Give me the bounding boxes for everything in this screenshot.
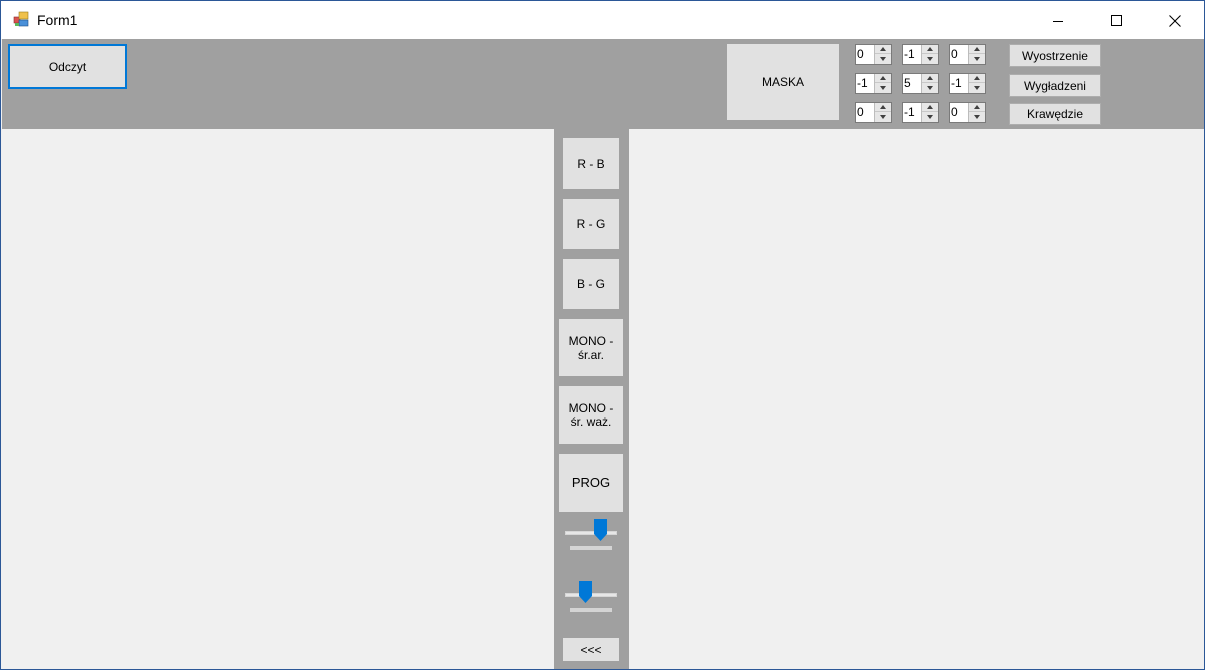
rb-button[interactable]: R - B xyxy=(563,138,619,189)
operations-panel: R - B R - G B - G MONO - śr.ar. MONO - ś… xyxy=(554,129,629,669)
source-image-area xyxy=(2,129,554,669)
back-button[interactable]: <<< xyxy=(563,638,619,661)
threshold-slider[interactable] xyxy=(563,519,619,557)
read-button[interactable]: Odczyt xyxy=(8,44,127,89)
mask-cell-2-1[interactable]: -1 xyxy=(902,102,939,123)
sharpen-button[interactable]: Wyostrzenie xyxy=(1009,44,1101,67)
maximize-icon xyxy=(1110,15,1122,26)
mask-cell-0-0[interactable]: 0 xyxy=(855,44,892,65)
mask-cell-value: 0 xyxy=(857,105,864,119)
mask-cell-0-1[interactable]: -1 xyxy=(902,44,939,65)
mask-cell-0-2[interactable]: 0 xyxy=(949,44,986,65)
spin-down-icon[interactable] xyxy=(969,83,985,92)
mask-cell-value: -1 xyxy=(857,76,868,90)
spin-down-icon[interactable] xyxy=(875,54,891,63)
smooth-button[interactable]: Wygładzeni xyxy=(1009,74,1101,97)
spin-down-icon[interactable] xyxy=(922,112,938,121)
edges-button[interactable]: Krawędzie xyxy=(1009,103,1101,125)
mask-cell-2-0[interactable]: 0 xyxy=(855,102,892,123)
slider-thumb[interactable] xyxy=(594,519,607,541)
mask-cell-value: 5 xyxy=(904,76,911,90)
minimize-button[interactable] xyxy=(1029,1,1087,40)
spin-up-icon[interactable] xyxy=(969,45,985,54)
mono-average-button[interactable]: MONO - śr.ar. xyxy=(559,319,623,376)
spin-up-icon[interactable] xyxy=(875,45,891,54)
mask-cell-value: -1 xyxy=(951,76,962,90)
app-icon xyxy=(13,11,29,27)
mask-cell-value: -1 xyxy=(904,105,915,119)
mask-button[interactable]: MASKA xyxy=(727,44,839,120)
mask-cell-value: 0 xyxy=(951,105,958,119)
app-window: Form1 Odczyt MASKA 0 -1 0 -1 5 -1 0 -1 0… xyxy=(0,0,1205,670)
slider-ticks xyxy=(570,608,612,612)
spin-up-icon[interactable] xyxy=(922,45,938,54)
mask-cell-1-2[interactable]: -1 xyxy=(949,73,986,94)
spin-up-icon[interactable] xyxy=(875,103,891,112)
mask-cell-value: 0 xyxy=(951,47,958,61)
mono-weighted-button[interactable]: MONO - śr. waż. xyxy=(559,386,623,444)
spin-down-icon[interactable] xyxy=(969,54,985,63)
top-toolbar-panel: Odczyt MASKA 0 -1 0 -1 5 -1 0 -1 0 Wyost… xyxy=(2,39,1204,129)
spin-down-icon[interactable] xyxy=(969,112,985,121)
mask-cell-value: 0 xyxy=(857,47,864,61)
spin-down-icon[interactable] xyxy=(875,112,891,121)
spin-down-icon[interactable] xyxy=(875,83,891,92)
bg-button[interactable]: B - G xyxy=(563,259,619,309)
result-image-area xyxy=(629,129,1204,669)
spin-down-icon[interactable] xyxy=(922,83,938,92)
minimize-icon xyxy=(1053,20,1063,22)
spin-up-icon[interactable] xyxy=(922,74,938,83)
threshold-button[interactable]: PROG xyxy=(559,454,623,512)
spin-up-icon[interactable] xyxy=(969,103,985,112)
mask-cell-2-2[interactable]: 0 xyxy=(949,102,986,123)
slider-track xyxy=(565,531,617,535)
slider-thumb[interactable] xyxy=(579,581,592,603)
close-button[interactable] xyxy=(1146,1,1204,40)
mask-cell-value: -1 xyxy=(904,47,915,61)
secondary-slider[interactable] xyxy=(563,581,619,619)
spin-up-icon[interactable] xyxy=(875,74,891,83)
mask-cell-1-0[interactable]: -1 xyxy=(855,73,892,94)
mask-cell-1-1[interactable]: 5 xyxy=(902,73,939,94)
rg-button[interactable]: R - G xyxy=(563,199,619,249)
spin-down-icon[interactable] xyxy=(922,54,938,63)
maximize-button[interactable] xyxy=(1087,1,1145,40)
slider-ticks xyxy=(570,546,612,550)
spin-up-icon[interactable] xyxy=(922,103,938,112)
close-icon xyxy=(1169,14,1181,27)
title-bar[interactable]: Form1 xyxy=(1,0,1204,40)
window-title: Form1 xyxy=(37,12,78,28)
spin-up-icon[interactable] xyxy=(969,74,985,83)
